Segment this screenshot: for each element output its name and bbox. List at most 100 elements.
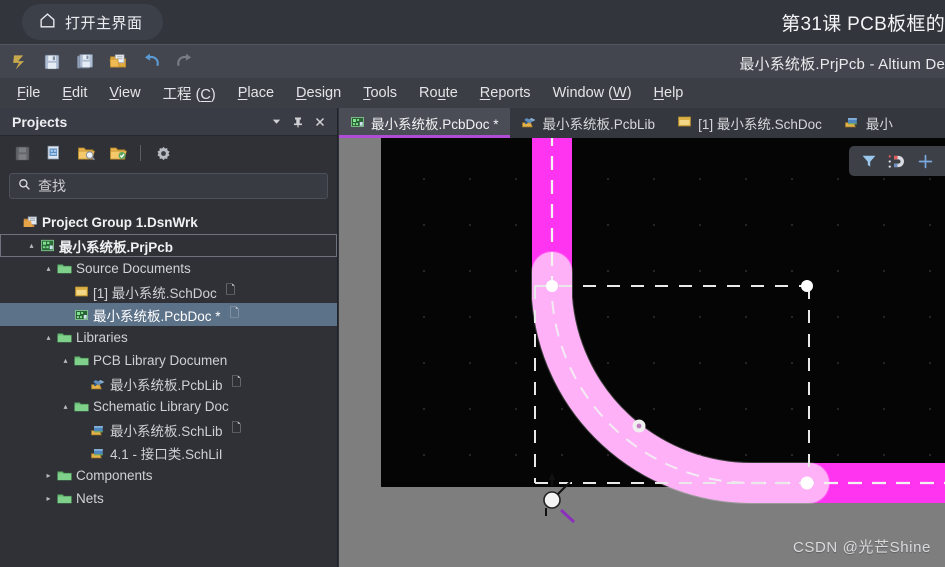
cursor-pointer	[543, 472, 576, 524]
projects-panel-header: Projects	[0, 108, 337, 136]
menu-item-design[interactable]: Design	[285, 81, 352, 105]
tree-twisty-icon[interactable]: ▴	[42, 264, 55, 273]
tree-row-label: 最小系统板.PrjPcb	[59, 239, 174, 255]
filter-icon[interactable]	[856, 149, 882, 173]
tree-row-label: PCB Library Documen	[93, 353, 228, 368]
window-title-text: 最小系统板.PrjPcb - Altium De	[739, 56, 945, 73]
tree-row[interactable]: 最小系统板.PcbDoc * 🗋	[0, 303, 337, 326]
tree-row[interactable]: Project Group 1.DsnWrk	[0, 211, 337, 234]
document-tab-label: 最小	[865, 117, 893, 132]
selection-handle-corner	[801, 280, 813, 292]
menu-item-windoww[interactable]: Window (W)	[542, 81, 643, 105]
open-folder-icon[interactable]	[103, 47, 133, 76]
schdoc-icon	[72, 285, 90, 298]
quick-access-toolbar	[4, 47, 199, 76]
undo-icon[interactable]	[136, 47, 166, 76]
toolbar-separator	[140, 145, 141, 161]
track-arc-highlight	[531, 251, 830, 505]
tree-row-label: Libraries	[76, 330, 128, 345]
tree-row-label: Nets	[76, 491, 104, 506]
tree-row-label: 最小系统板.PcbDoc *	[93, 308, 221, 324]
tree-twisty-icon[interactable]: ▴	[59, 356, 72, 365]
tree-row[interactable]: [1] 最小系统.SchDoc 🗋	[0, 280, 337, 303]
document-tab[interactable]: 最小系统板.PcbDoc *	[339, 108, 510, 138]
magnet-snap-icon[interactable]	[884, 149, 910, 173]
selection-handle-mid-center	[636, 423, 642, 429]
tree-twisty-icon[interactable]: ▴	[59, 402, 72, 411]
document-tab-label: 最小系统板.PcbLib	[542, 117, 656, 132]
tree-row-label: Schematic Library Doc	[93, 399, 229, 414]
tree-row[interactable]: ▴ 最小系统板.PrjPcb	[0, 234, 337, 257]
close-icon[interactable]	[309, 111, 331, 133]
schlib-icon	[844, 115, 860, 132]
home-icon	[38, 11, 57, 33]
document-tab-label: [1] 最小系统.SchDoc	[698, 117, 822, 132]
crosshair-icon[interactable]	[912, 149, 938, 173]
search-input[interactable]	[38, 178, 319, 194]
open-project-check-icon[interactable]	[104, 140, 132, 166]
pcblib-icon	[89, 377, 107, 391]
menu-item-工程c[interactable]: 工程 (C)	[152, 79, 227, 108]
tree-row-label: 最小系统板.PcbLib	[110, 377, 223, 393]
pin-icon[interactable]	[287, 111, 309, 133]
menu-item-place[interactable]: Place	[227, 81, 285, 105]
redo-icon[interactable]	[169, 47, 199, 76]
document-tab-label: 最小系统板.PcbDoc *	[371, 117, 499, 132]
pcbdoc-icon	[350, 115, 365, 132]
document-badge-icon: 🗋	[231, 375, 242, 389]
folder-icon	[55, 492, 73, 505]
tree-twisty-icon[interactable]: ▴	[25, 241, 38, 250]
altium-logo-icon[interactable]	[4, 47, 34, 76]
tree-twisty-icon[interactable]: ▴	[42, 333, 55, 342]
folder-icon	[55, 262, 73, 275]
tree-row[interactable]: ▸ Nets	[0, 487, 337, 510]
document-tabbar: 最小系统板.PcbDoc * 最小系统板.PcbLib [1] 最小系统.SchDo…	[339, 108, 945, 138]
tree-row[interactable]: ▸ Components	[0, 464, 337, 487]
save-all-icon[interactable]	[70, 47, 100, 76]
menu-item-route[interactable]: Route	[408, 81, 469, 105]
tree-row-label: 4.1 - 接口类.SchLiI	[110, 446, 223, 462]
tree-row[interactable]: ▴ Libraries	[0, 326, 337, 349]
tree-row[interactable]: ▴ PCB Library Documen	[0, 349, 337, 372]
document-tab[interactable]: 最小	[833, 108, 904, 138]
document-tab[interactable]: 最小系统板.PcbLib	[510, 108, 667, 138]
menu-item-edit[interactable]: Edit	[51, 81, 98, 105]
selection-handle-end	[800, 476, 814, 490]
tree-twisty-icon[interactable]: ▸	[42, 471, 55, 480]
search-box[interactable]	[9, 173, 328, 199]
document-badge-icon: 🗋	[229, 306, 240, 320]
open-main-ui-button[interactable]: 打开主界面	[22, 4, 163, 40]
tree-row[interactable]: ▴ Schematic Library Doc	[0, 395, 337, 418]
schdoc-icon	[677, 115, 692, 131]
menubar: File Edit View 工程 (C) Place Design Tools Route R…	[0, 78, 945, 108]
tree-row[interactable]: ▴ Source Documents	[0, 257, 337, 280]
pcb-canvas[interactable]: CSDN @光芒Shine	[339, 138, 945, 567]
chevron-down-icon[interactable]	[265, 111, 287, 133]
menu-item-tools[interactable]: Tools	[352, 81, 408, 105]
open-main-ui-label: 打开主界面	[65, 14, 143, 32]
canvas-toolbar	[849, 146, 945, 176]
new-project-icon[interactable]	[40, 140, 68, 166]
folder-icon	[55, 331, 73, 344]
open-project-search-icon[interactable]	[72, 140, 100, 166]
menu-item-help[interactable]: Help	[643, 81, 695, 105]
tree-row[interactable]: 最小系统板.PcbLib 🗋	[0, 372, 337, 395]
tree-row[interactable]: 4.1 - 接口类.SchLiI	[0, 441, 337, 464]
save-icon[interactable]	[37, 47, 67, 76]
menu-item-reports[interactable]: Reports	[469, 81, 542, 105]
panel-title: Projects	[12, 113, 68, 130]
workspace-icon	[21, 215, 39, 230]
tree-twisty-icon[interactable]: ▸	[42, 494, 55, 503]
top-banner: 打开主界面 第31课 PCB板框的	[0, 0, 945, 44]
window-titlebar: 最小系统板.PrjPcb - Altium De	[0, 44, 945, 78]
document-tab[interactable]: [1] 最小系统.SchDoc	[666, 108, 833, 138]
pcblib-icon	[521, 115, 537, 132]
menu-item-view[interactable]: View	[98, 81, 151, 105]
selection-handle-start	[546, 280, 558, 292]
tree-row[interactable]: 最小系统板.SchLib 🗋	[0, 418, 337, 441]
lesson-title: 第31课 PCB板框的	[781, 14, 945, 35]
project-tree: Project Group 1.DsnWrk ▴ 最小系统板.PrjPcb ▴ Sour…	[0, 205, 337, 567]
save-panel-icon[interactable]	[8, 140, 36, 166]
settings-gear-icon[interactable]	[149, 140, 177, 166]
menu-item-file[interactable]: File	[6, 81, 51, 105]
